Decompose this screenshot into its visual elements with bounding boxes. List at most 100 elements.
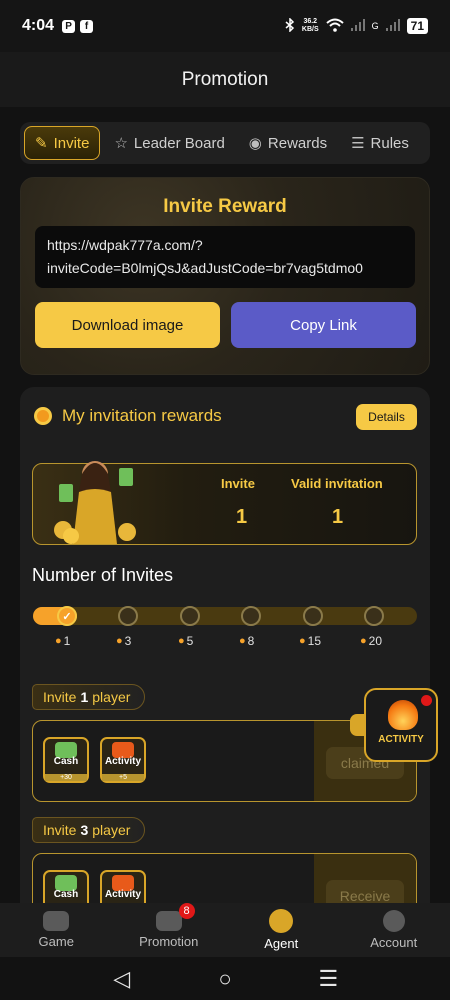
tab-label: Invite <box>53 134 90 152</box>
status-notification-icons: P f <box>62 19 94 33</box>
page-title: Promotion <box>181 68 269 90</box>
nav-promotion[interactable]: Promotion 8 <box>113 903 226 957</box>
copy-link-button[interactable]: Copy Link <box>231 302 416 348</box>
nav-account[interactable]: Account <box>338 903 450 957</box>
signal-icon-2 <box>385 18 400 34</box>
flame-icon <box>388 700 418 730</box>
my-invitation-rewards-title: My invitation rewards <box>62 406 222 425</box>
invite-link-box[interactable]: https://wdpak777a.com/? inviteCode=B0lmj… <box>35 226 415 288</box>
invites-progress-track: ✓ <box>33 606 417 626</box>
gift-icon <box>155 911 182 931</box>
person-icon: ● <box>299 635 306 647</box>
milestone-label: ● 15 <box>299 634 321 648</box>
status-bar: 4:04 P f 36.2 KB/S G 71 <box>0 0 450 52</box>
invite-icon: ✎ <box>35 135 48 152</box>
milestone-label: ● 20 <box>360 634 382 648</box>
valid-invitation-value: 1 <box>332 506 344 528</box>
level-suffix: player <box>92 822 131 838</box>
milestone-value: 3 <box>124 634 132 648</box>
invite-count-value: 1 <box>236 506 248 528</box>
tab-label: Leader Board <box>133 134 225 152</box>
person-icon: ● <box>55 635 62 647</box>
milestone-dot <box>303 606 323 626</box>
invite-link-line-2: inviteCode=B0lmjQsJ&adJustCode=br7vag5td… <box>47 260 363 276</box>
milestone-label: ● 8 <box>239 634 254 648</box>
page-header: Promotion <box>0 52 450 107</box>
tab-label: Rules <box>370 134 409 152</box>
home-icon[interactable]: ○ <box>205 966 245 992</box>
invite-reward-title: Invite Reward <box>163 196 287 217</box>
coin-icon <box>269 909 294 933</box>
tab-leader-board[interactable]: ☆ Leader Board <box>104 126 234 160</box>
network-speed: 36.2 KB/S <box>302 18 319 34</box>
milestone-label: ● 5 <box>178 634 193 648</box>
promo-character-illustration <box>54 461 136 544</box>
chip-label: Cash <box>53 756 79 767</box>
level-tag: Invite 3 player <box>32 817 146 843</box>
status-time: 4:04 <box>22 17 55 34</box>
milestone-dot <box>364 606 384 626</box>
person-icon: ● <box>239 635 246 647</box>
activity-floating-button[interactable]: ACTIVITY <box>364 688 438 762</box>
back-icon[interactable]: ◁ <box>102 966 142 992</box>
milestone-dot <box>118 606 138 626</box>
milestone-value: 1 <box>63 634 71 648</box>
milestone-dot <box>241 606 261 626</box>
medal-icon: ◉ <box>248 135 262 152</box>
speed-value: 36.2 <box>303 18 318 25</box>
app-root: 4:04 P f 36.2 KB/S G 71 Promotion ✎ Invi… <box>0 0 450 1000</box>
medal-icon <box>34 407 52 425</box>
invite-stats-box: Invite 1 Valid invitation 1 <box>32 461 417 545</box>
chip-label: Activity <box>104 756 142 767</box>
nav-agent[interactable]: Agent <box>225 903 338 957</box>
chip-label: Cash <box>53 889 79 900</box>
recents-icon[interactable]: ☰ <box>308 966 348 992</box>
notification-dot <box>421 695 432 706</box>
notification-badge: 8 <box>178 903 195 919</box>
milestone-value: 8 <box>247 634 255 648</box>
level-tag: Invite 1 player <box>32 684 146 710</box>
nav-label: Game <box>38 934 74 949</box>
battery-icon: 71 <box>406 18 428 34</box>
person-icon: ● <box>116 635 123 647</box>
invite-link-line-1: https://wdpak777a.com/? <box>47 237 203 253</box>
tab-label: Rewards <box>267 134 328 152</box>
chip-label: Activity <box>104 889 142 900</box>
level-prefix: Invite <box>43 689 77 705</box>
milestone-label: ● 1 <box>55 634 70 648</box>
number-of-invites-title: Number of Invites <box>32 565 174 585</box>
nav-game[interactable]: Game <box>0 903 113 957</box>
account-icon <box>382 910 405 932</box>
milestone-value: 20 <box>368 634 383 648</box>
speed-unit: KB/S <box>301 26 319 33</box>
bottom-nav: Game Promotion 8 Agent Account <box>0 903 450 957</box>
download-image-button[interactable]: Download image <box>35 302 220 348</box>
trophy-icon: ☆ <box>114 135 128 152</box>
tab-rewards[interactable]: ◉ Rewards <box>239 126 337 160</box>
drag-handle[interactable] <box>350 714 364 736</box>
milestone-value: 5 <box>186 634 194 648</box>
tab-rules[interactable]: ☰ Rules <box>341 126 419 160</box>
details-button[interactable]: Details <box>356 404 417 430</box>
person-icon: ● <box>178 635 185 647</box>
milestone-dot <box>180 606 200 626</box>
nav-label: Agent <box>264 936 299 951</box>
milestone-label: ● 3 <box>116 634 131 648</box>
tab-invite[interactable]: ✎ Invite <box>24 126 101 160</box>
promotion-tabs: ✎ Invite ☆ Leader Board ◉ Rewards ☰ Rule… <box>20 122 430 164</box>
nav-label: Account <box>370 935 418 950</box>
gamepad-icon <box>43 911 70 931</box>
bluetooth-icon <box>285 16 295 35</box>
cash-reward-chip: Cash +30 <box>43 737 89 783</box>
level-suffix: player <box>92 689 131 705</box>
facebook-icon: f <box>80 19 94 33</box>
invite-reward-card: Invite Reward https://wdpak777a.com/? in… <box>20 177 430 375</box>
status-right-icons: 36.2 KB/S G 71 <box>285 16 428 35</box>
notification-app-icon: P <box>62 19 76 33</box>
system-navigation-bar: ◁ ○ ☰ <box>0 957 450 1000</box>
my-invitation-rewards-card: My invitation rewards Details Invite 1 V… <box>20 387 430 947</box>
level-count: 1 <box>80 689 89 705</box>
invite-count-label: Invite <box>221 476 255 491</box>
nav-label: Promotion <box>139 934 199 949</box>
valid-invitation-label: Valid invitation <box>291 476 383 491</box>
